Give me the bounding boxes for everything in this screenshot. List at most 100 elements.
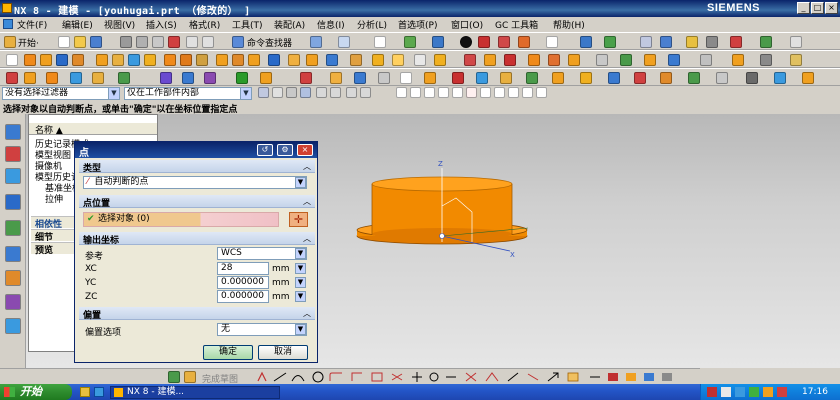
view-orient-icon[interactable]	[546, 36, 558, 48]
extrude-icon[interactable]	[24, 54, 36, 66]
tray-s-icon[interactable]	[707, 387, 717, 397]
curve-icon[interactable]	[700, 54, 712, 66]
cube-icon[interactable]	[432, 36, 444, 48]
command-finder-icon[interactable]	[232, 36, 244, 48]
menu-help[interactable]: 帮助(H)	[553, 18, 585, 31]
end-point-icon[interactable]	[396, 87, 407, 98]
measure-icon[interactable]	[686, 36, 698, 48]
manufacture-icon[interactable]	[760, 36, 772, 48]
symbol-icon[interactable]	[552, 72, 564, 84]
point-icon[interactable]	[434, 54, 446, 66]
sketch-curve-tools[interactable]	[256, 370, 696, 384]
menu-preferences[interactable]: 首选项(P)	[398, 18, 437, 31]
chevron-down-icon[interactable]: ▼	[295, 291, 306, 302]
revolve-icon[interactable]	[40, 54, 52, 66]
menu-view[interactable]: 视图(V)	[104, 18, 135, 31]
through-curves-icon[interactable]	[644, 54, 656, 66]
save-icon[interactable]	[90, 36, 102, 48]
offset-option-select[interactable]: 无 ▼	[217, 323, 307, 336]
orient-view-icon[interactable]	[580, 36, 592, 48]
layer-icon[interactable]	[374, 36, 386, 48]
chamfer-icon[interactable]	[232, 54, 244, 66]
sew-icon[interactable]	[484, 54, 496, 66]
chevron-down-icon[interactable]: ▼	[295, 277, 306, 288]
dimension-icon[interactable]	[476, 72, 488, 84]
move-face-icon[interactable]	[548, 54, 560, 66]
transform-icon[interactable]	[182, 72, 194, 84]
taskbar-item-nx[interactable]: NX 8 - 建模...	[110, 386, 280, 399]
boss-icon[interactable]	[72, 54, 84, 66]
start-icon[interactable]	[4, 36, 16, 48]
cylinder-icon[interactable]	[112, 54, 124, 66]
edge-icon[interactable]	[518, 36, 530, 48]
display-icon[interactable]	[404, 36, 416, 48]
synchronous-icon[interactable]	[596, 54, 608, 66]
trim-body-icon[interactable]	[268, 54, 280, 66]
cancel-button[interactable]: 取消	[258, 345, 308, 360]
group-output-coordinates[interactable]: 输出坐标 ︿	[79, 232, 315, 246]
edit-feature-icon[interactable]	[6, 72, 18, 84]
project-curve-icon[interactable]	[790, 54, 802, 66]
menu-tools[interactable]: 工具(T)	[232, 18, 263, 31]
sequence-icon[interactable]	[424, 72, 436, 84]
selection-icon[interactable]	[338, 36, 350, 48]
control-point-icon[interactable]	[424, 87, 435, 98]
help-icon[interactable]	[790, 36, 802, 48]
xc-input[interactable]: 28	[217, 262, 269, 275]
section-icon[interactable]	[640, 36, 652, 48]
reference-select[interactable]: WCS ▼	[217, 247, 307, 260]
redo-icon[interactable]	[202, 36, 214, 48]
render-icon[interactable]	[478, 36, 490, 48]
hole-icon[interactable]	[56, 54, 68, 66]
menu-insert[interactable]: 插入(S)	[146, 18, 177, 31]
select-all-icon[interactable]	[316, 87, 327, 98]
motion-icon[interactable]	[660, 72, 672, 84]
roles-icon[interactable]	[5, 318, 21, 334]
arc-center-icon[interactable]	[466, 87, 477, 98]
visual-icon[interactable]	[774, 72, 786, 84]
open-folder-icon[interactable]	[74, 36, 86, 48]
quick-launch-icon[interactable]	[80, 387, 90, 397]
group-point-location[interactable]: 点位置 ︿	[79, 195, 315, 209]
wireframe-icon[interactable]	[498, 36, 510, 48]
process-studio-icon[interactable]	[5, 294, 21, 310]
general-selection-icon[interactable]	[258, 87, 269, 98]
curve-rule-icon[interactable]	[286, 87, 297, 98]
part-navigator-icon[interactable]	[5, 168, 21, 184]
chevron-up-icon[interactable]: ︿	[303, 233, 311, 244]
chevron-up-icon[interactable]: ︿	[303, 196, 311, 207]
wcs-icon[interactable]	[604, 36, 616, 48]
finish-sketch-icon[interactable]	[168, 371, 180, 383]
quadrant-point-icon[interactable]	[480, 87, 491, 98]
menu-information[interactable]: 信息(I)	[317, 18, 345, 31]
snap-point-icon[interactable]	[346, 87, 357, 98]
check-icon[interactable]	[236, 72, 248, 84]
nx-app-icon[interactable]	[2, 3, 12, 13]
thread-icon[interactable]	[350, 54, 362, 66]
subtract-icon[interactable]	[180, 54, 192, 66]
undo-icon[interactable]	[186, 36, 198, 48]
menu-format[interactable]: 格式(R)	[189, 18, 220, 31]
point-type-select[interactable]: ⁄ 自动判断的点 ▼	[83, 176, 307, 189]
nx-menu-icon[interactable]	[3, 19, 13, 29]
scope-filter-select[interactable]: 仅在工作部件内部 ▼	[124, 87, 252, 100]
command-finder-label[interactable]: 命令查找器	[247, 36, 292, 49]
point-on-face-icon[interactable]	[522, 87, 533, 98]
intersection-point-icon[interactable]	[438, 87, 449, 98]
constraint-icon[interactable]	[378, 72, 390, 84]
table-icon[interactable]	[526, 72, 538, 84]
copy-icon[interactable]	[136, 36, 148, 48]
suppress-icon[interactable]	[70, 72, 82, 84]
grid-icon[interactable]	[706, 36, 718, 48]
menu-edit[interactable]: 编辑(E)	[62, 18, 93, 31]
offset-face-icon[interactable]	[464, 54, 476, 66]
sphere-icon[interactable]	[144, 54, 156, 66]
close-button[interactable]: ×	[825, 2, 838, 14]
patch-icon[interactable]	[504, 54, 516, 66]
tray-volume-icon[interactable]	[763, 387, 773, 397]
expression-icon[interactable]	[260, 72, 272, 84]
deselect-icon[interactable]	[330, 87, 341, 98]
tray-network-icon[interactable]	[721, 387, 731, 397]
chevron-down-icon[interactable]: ▼	[295, 248, 306, 259]
kf-icon[interactable]	[802, 72, 814, 84]
